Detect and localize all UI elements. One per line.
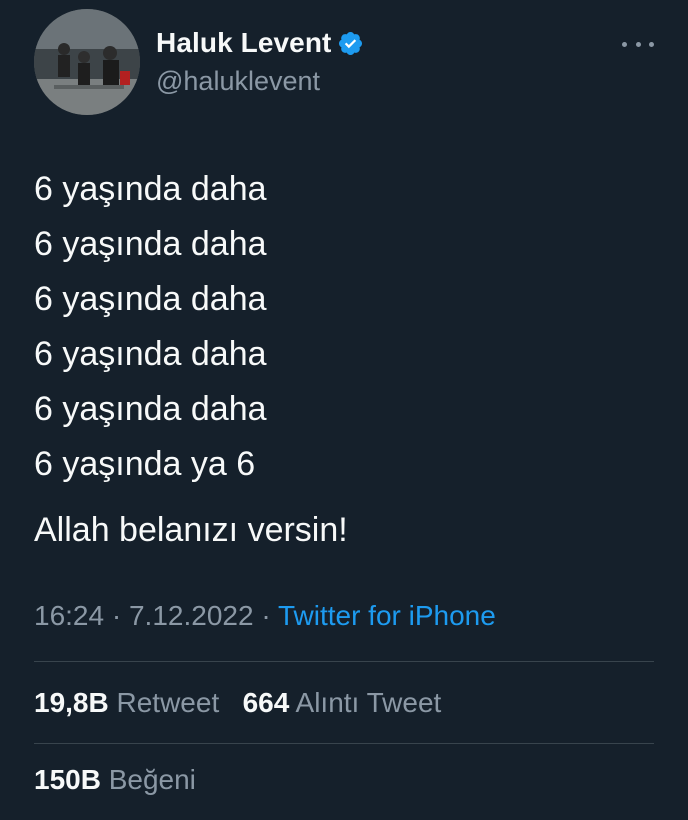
meta-separator: · [111, 600, 122, 631]
tweet-line: 6 yaşında daha [34, 335, 267, 373]
tweet-meta: 16:24 · 7.12.2022 · Twitter for iPhone [34, 600, 496, 632]
tweet-text: 6 yaşında daha 6 yaşında daha 6 yaşında … [34, 162, 654, 492]
display-name[interactable]: Haluk Levent [156, 27, 331, 59]
retweets-stat[interactable]: 19,8B Retweet [34, 687, 227, 718]
retweets-count: 19,8B [34, 687, 109, 718]
tweet-line: 6 yaşında daha [34, 280, 267, 318]
tweet-line: 6 yaşında ya 6 [34, 445, 256, 483]
stats-row-retweets: 19,8B Retweet 664 Alıntı Tweet [34, 687, 441, 719]
stats-row-likes: 150B Beğeni [34, 764, 196, 796]
retweets-label: Retweet [116, 687, 220, 718]
divider [34, 661, 654, 662]
user-handle[interactable]: @haluklevent [156, 66, 364, 97]
tweet-line: 6 yaşında daha [34, 170, 267, 208]
more-dot [649, 41, 654, 47]
quotes-stat[interactable]: 664 Alıntı Tweet [243, 687, 442, 718]
divider [34, 743, 654, 744]
tweet-source-link[interactable]: Twitter for iPhone [278, 600, 496, 631]
quotes-count: 664 [242, 687, 290, 718]
likes-stat[interactable]: 150B Beğeni [34, 764, 196, 795]
tweet-date[interactable]: 7.12.2022 [129, 600, 254, 631]
meta-separator: · [261, 600, 271, 631]
tweet-time[interactable]: 16:24 [34, 600, 104, 631]
author-block: Haluk Levent @haluklevent [156, 26, 364, 97]
quotes-label: Alıntı Tweet [295, 687, 442, 718]
likes-count: 150B [34, 764, 101, 795]
more-dot [635, 41, 641, 47]
likes-label: Beğeni [108, 764, 196, 795]
avatar[interactable] [34, 9, 140, 115]
more-dot [622, 41, 627, 47]
verified-badge-icon [339, 31, 363, 55]
tweet-card: Haluk Levent @haluklevent 6 yaşında daha… [0, 0, 688, 820]
tweet-line: 6 yaşında daha [34, 225, 267, 263]
more-options-icon[interactable] [618, 32, 658, 56]
avatar-photo [34, 9, 140, 115]
tweet-line: 6 yaşında daha [34, 390, 267, 428]
tweet-closing-line: Allah belanızı versin! [34, 511, 348, 549]
